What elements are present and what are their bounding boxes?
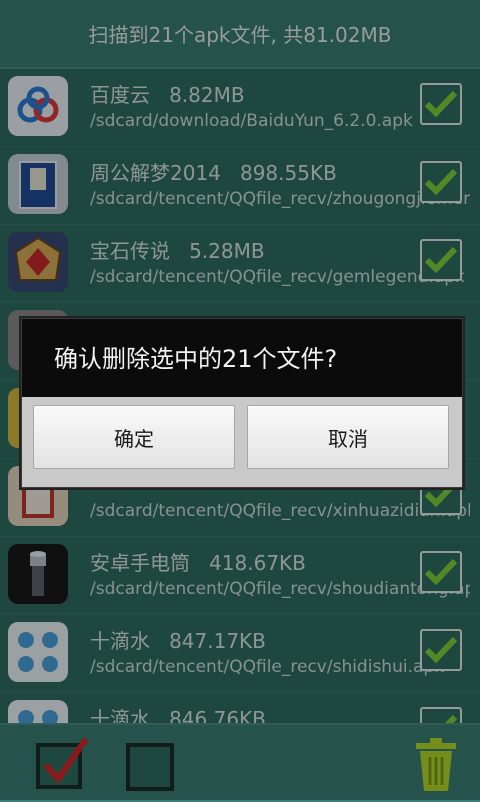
dialog-button-bar: 确定 取消: [22, 397, 462, 487]
confirm-button[interactable]: 确定: [33, 405, 235, 469]
cancel-button[interactable]: 取消: [247, 405, 449, 469]
dialog-message: 确认删除选中的21个文件?: [54, 345, 338, 373]
confirm-delete-dialog: 确认删除选中的21个文件? 确定 取消: [21, 318, 463, 488]
